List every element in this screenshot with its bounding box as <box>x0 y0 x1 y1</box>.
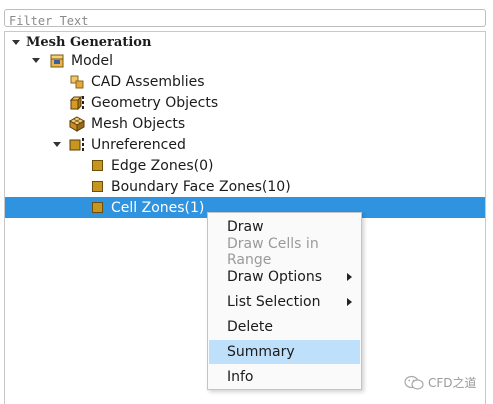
tree-row-boundary-face-zones[interactable]: Boundary Face Zones(10) <box>5 176 485 197</box>
zone-icon <box>89 158 105 174</box>
menu-item-label: Draw Options <box>227 269 323 285</box>
tree-item-label: Geometry Objects <box>91 94 219 111</box>
tree-row-cad-assemblies[interactable]: CAD Assemblies <box>5 71 485 92</box>
menu-item-label: Draw <box>227 219 264 235</box>
mesh-objects-icon <box>69 115 85 132</box>
tree-item-label: Mesh Objects <box>91 115 186 132</box>
unreferenced-icon <box>69 137 85 153</box>
menu-item-label: List Selection <box>227 294 321 310</box>
submenu-arrow-icon <box>347 273 352 281</box>
cad-assemblies-icon <box>69 74 85 90</box>
expand-toggle-icon[interactable] <box>10 37 22 49</box>
tree-root-label: Mesh Generation <box>26 35 152 50</box>
menu-item-list-selection[interactable]: List Selection <box>209 290 360 314</box>
tree-zone-label: Cell Zones(1) <box>111 199 205 216</box>
model-box-icon <box>49 53 65 69</box>
tree-row-mesh-objects[interactable]: Mesh Objects <box>5 113 485 134</box>
filter-box[interactable] <box>4 9 486 29</box>
expand-toggle-icon[interactable] <box>51 139 63 151</box>
menu-item-delete[interactable]: Delete <box>209 315 360 339</box>
menu-item-draw-options[interactable]: Draw Options <box>209 265 360 289</box>
zone-icon <box>89 200 105 216</box>
menu-item-label: Draw Cells in Range <box>227 236 319 268</box>
tree-zone-label: Boundary Face Zones(10) <box>111 178 291 195</box>
submenu-arrow-icon <box>347 298 352 306</box>
watermark-text: CFD之道 <box>428 376 477 390</box>
geometry-objects-icon <box>69 95 85 111</box>
expand-toggle-icon[interactable] <box>30 55 42 67</box>
watermark: CFD之道 <box>404 374 477 391</box>
menu-item-label: Info <box>227 369 254 385</box>
tree-zone-label: Edge Zones(0) <box>111 157 214 174</box>
menu-item-summary[interactable]: Summary <box>209 340 360 364</box>
menu-item-draw-cells-in-range[interactable]: Draw Cells in Range <box>209 236 360 268</box>
zone-icon <box>89 179 105 195</box>
wechat-icon <box>404 375 424 390</box>
filter-input[interactable] <box>5 13 485 29</box>
tree-row-model[interactable]: Model <box>5 50 485 71</box>
tree-row-geometry-objects[interactable]: Geometry Objects <box>5 92 485 113</box>
context-menu: Draw Draw Cells in Range Draw Options Li… <box>207 212 362 390</box>
tree-unreferenced-label: Unreferenced <box>91 136 186 153</box>
menu-item-label: Delete <box>227 319 273 335</box>
tree-row-unreferenced[interactable]: Unreferenced <box>5 134 485 155</box>
tree-item-label: CAD Assemblies <box>91 73 205 90</box>
menu-item-info[interactable]: Info <box>209 365 360 389</box>
menu-item-label: Summary <box>227 344 295 360</box>
tree-model-label: Model <box>71 52 114 69</box>
tree-row-edge-zones[interactable]: Edge Zones(0) <box>5 155 485 176</box>
